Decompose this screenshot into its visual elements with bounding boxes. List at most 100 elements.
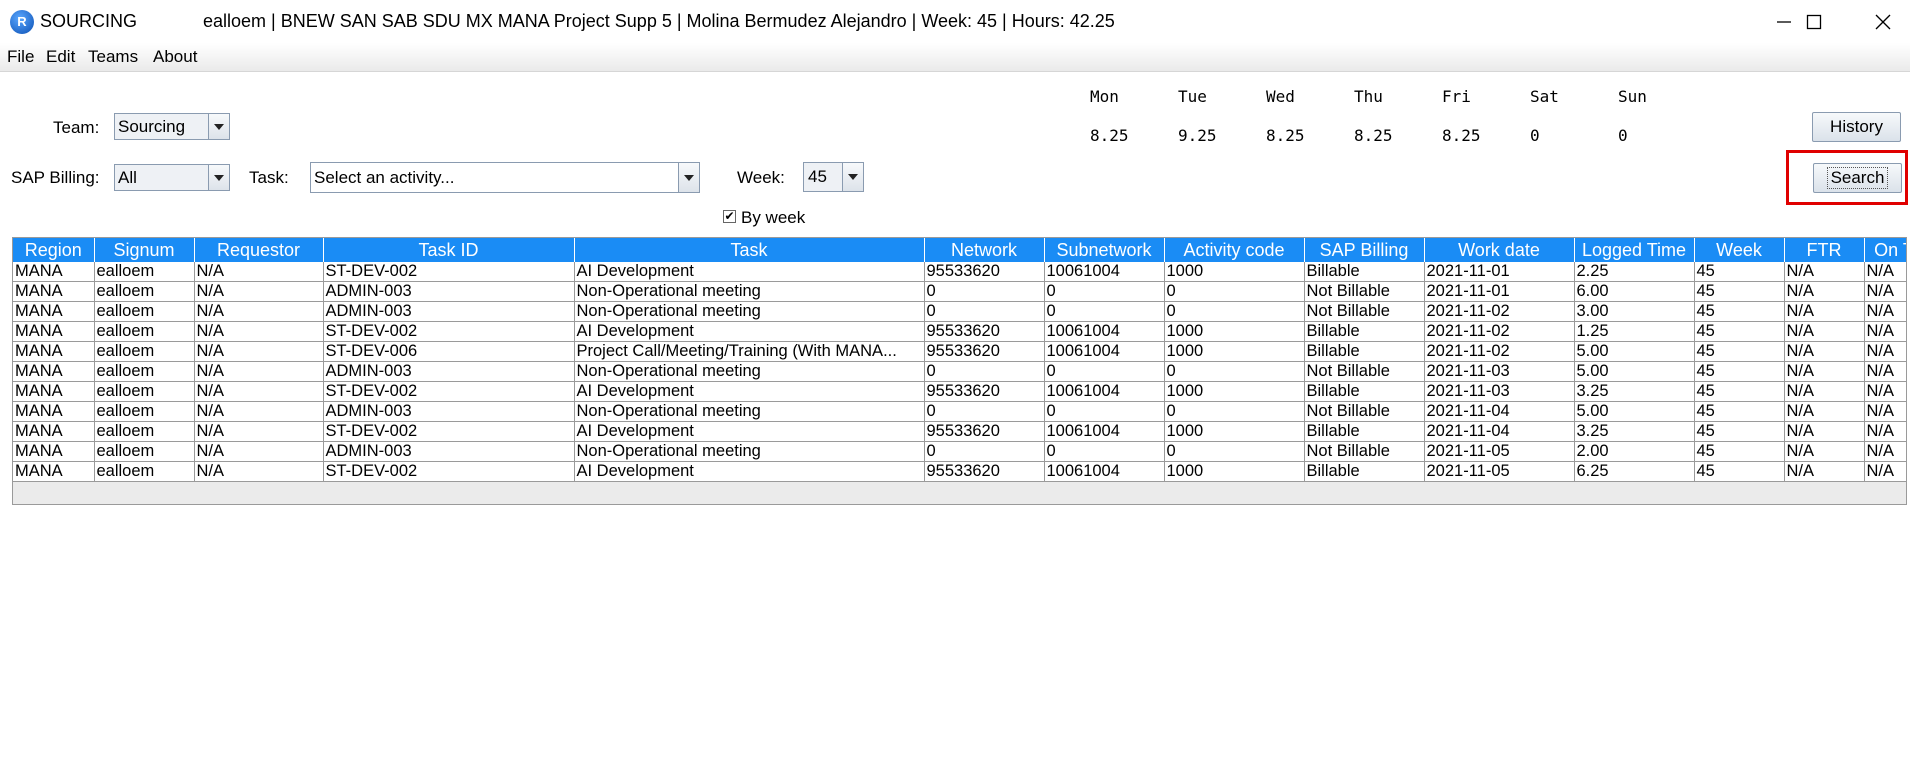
table-cell: 2021-11-04 <box>1424 421 1575 442</box>
table-cell: AI Development <box>574 321 925 342</box>
week-select[interactable]: 45 <box>803 162 864 192</box>
column-header[interactable]: Week <box>1694 238 1785 262</box>
table-cell: 3.25 <box>1574 381 1695 402</box>
history-button[interactable]: History <box>1812 112 1901 142</box>
table-cell: ealloem <box>94 281 195 302</box>
table-cell: Not Billable <box>1304 361 1425 382</box>
table-cell: ADMIN-003 <box>323 401 575 422</box>
table-cell: 10061004 <box>1044 262 1165 282</box>
maximize-button[interactable] <box>1784 0 1844 43</box>
table-row[interactable]: MANA ealloem N/A ADMIN-003 Non-Operational m… <box>13 281 1906 302</box>
table-cell: Billable <box>1304 421 1425 442</box>
table-cell: N/A <box>1784 461 1865 482</box>
day-hours-sun: 0 <box>1618 126 1628 145</box>
table-cell: 10061004 <box>1044 341 1165 362</box>
menu-edit[interactable]: Edit <box>46 47 75 67</box>
table-cell: N/A <box>194 262 324 282</box>
chevron-down-icon <box>842 163 863 191</box>
table-cell: ealloem <box>94 262 195 282</box>
table-cell: 0 <box>1044 361 1165 382</box>
table-cell: 2021-11-05 <box>1424 461 1575 482</box>
menu-about[interactable]: About <box>153 47 197 67</box>
table-cell: N/A <box>1864 321 1906 342</box>
column-header[interactable]: Logged Time <box>1574 238 1695 262</box>
table-cell: N/A <box>194 461 324 482</box>
task-label: Task: <box>249 168 289 187</box>
table-cell: ealloem <box>94 401 195 422</box>
table-cell: 45 <box>1694 381 1785 402</box>
week-label: Week: <box>737 168 785 187</box>
table-row[interactable]: MANA ealloem N/A ADMIN-003 Non-Operational m… <box>13 361 1906 382</box>
week-select-value: 45 <box>808 167 827 186</box>
column-header[interactable]: Task <box>574 238 925 262</box>
table-cell: 45 <box>1694 441 1785 462</box>
column-header[interactable]: Requestor <box>194 238 324 262</box>
task-select[interactable]: Select an activity... <box>310 162 700 193</box>
table-cell: N/A <box>1864 401 1906 422</box>
table-cell: 2021-11-01 <box>1424 281 1575 302</box>
table-cell: 0 <box>1044 441 1165 462</box>
table-cell: 0 <box>1164 361 1305 382</box>
table-cell: 95533620 <box>924 461 1045 482</box>
table-row[interactable]: MANA ealloem N/A ST-DEV-002 AI Development 95… <box>13 262 1906 282</box>
table-cell: N/A <box>1864 281 1906 302</box>
column-header[interactable]: Region <box>13 238 95 262</box>
table-cell: AI Development <box>574 421 925 442</box>
table-row[interactable]: MANA ealloem N/A ADMIN-003 Non-Operational m… <box>13 301 1906 322</box>
maximize-icon <box>1806 14 1822 29</box>
table-cell: N/A <box>194 301 324 322</box>
table-cell: 10061004 <box>1044 381 1165 402</box>
table-row[interactable]: MANA ealloem N/A ST-DEV-002 AI Development 95… <box>13 461 1906 482</box>
column-header[interactable]: FTR <box>1784 238 1865 262</box>
table-cell: 6.00 <box>1574 281 1695 302</box>
table-cell: N/A <box>1784 441 1865 462</box>
table-cell: 6.25 <box>1574 461 1695 482</box>
day-name-thu: Thu <box>1354 87 1383 106</box>
column-header[interactable]: Subnetwork <box>1044 238 1165 262</box>
chevron-down-icon <box>678 163 699 192</box>
column-header[interactable]: Signum <box>94 238 195 262</box>
table-cell: ealloem <box>94 441 195 462</box>
team-select[interactable]: Sourcing <box>114 113 230 140</box>
day-hours-sat: 0 <box>1530 126 1540 145</box>
title-bar: R SOURCING ealloem | BNEW SAN SAB SDU MX… <box>0 0 1910 43</box>
menu-teams[interactable]: Teams <box>88 47 138 67</box>
column-header[interactable]: SAP Billing <box>1304 238 1425 262</box>
column-header[interactable]: On T <box>1864 238 1906 262</box>
column-header[interactable]: Network <box>924 238 1045 262</box>
timesheet-table: Region Signum Requestor Task ID Task Network S… <box>12 237 1907 505</box>
table-row[interactable]: MANA ealloem N/A ST-DEV-002 AI Development 95… <box>13 381 1906 402</box>
by-week-checkbox[interactable]: ✔ <box>723 210 736 223</box>
team-select-value: Sourcing <box>118 117 186 136</box>
close-window-button[interactable] <box>1855 0 1910 43</box>
table-cell: 45 <box>1694 341 1785 362</box>
table-row[interactable]: MANA ealloem N/A ST-DEV-006 Project Call/Mee… <box>13 341 1906 362</box>
table-row[interactable]: MANA ealloem N/A ADMIN-003 Non-Operational m… <box>13 401 1906 422</box>
table-cell: N/A <box>1784 361 1865 382</box>
column-header[interactable]: Activity code <box>1164 238 1305 262</box>
menu-bar: File Edit Teams About <box>0 43 1910 72</box>
table-cell: 0 <box>1164 281 1305 302</box>
table-row[interactable]: MANA ealloem N/A ST-DEV-002 AI Development 95… <box>13 421 1906 442</box>
table-cell: 2021-11-04 <box>1424 401 1575 422</box>
table-cell: 2.25 <box>1574 262 1695 282</box>
column-header[interactable]: Task ID <box>323 238 575 262</box>
table-row[interactable]: MANA ealloem N/A ADMIN-003 Non-Operational m… <box>13 441 1906 462</box>
table-cell: Project Call/Meeting/Training (With MANA… <box>574 341 925 362</box>
table-cell: N/A <box>1784 381 1865 402</box>
table-row[interactable]: MANA ealloem N/A ST-DEV-002 AI Development 95… <box>13 321 1906 342</box>
app-name: SOURCING <box>40 11 138 31</box>
team-label: Team: <box>53 118 100 137</box>
table-cell: Non-Operational meeting <box>574 301 925 322</box>
table-cell: N/A <box>1784 341 1865 362</box>
sap-billing-label: SAP Billing: <box>11 168 100 187</box>
table-cell: N/A <box>194 281 324 302</box>
table-cell: 0 <box>924 401 1045 422</box>
table-cell: 45 <box>1694 281 1785 302</box>
table-cell: 2021-11-02 <box>1424 301 1575 322</box>
sap-billing-select[interactable]: All <box>114 164 230 191</box>
timesheet-grid: Region Signum Requestor Task ID Task Network S… <box>13 238 1906 482</box>
menu-file[interactable]: File <box>7 47 34 67</box>
column-header[interactable]: Work date <box>1424 238 1575 262</box>
chevron-down-icon <box>208 114 229 139</box>
